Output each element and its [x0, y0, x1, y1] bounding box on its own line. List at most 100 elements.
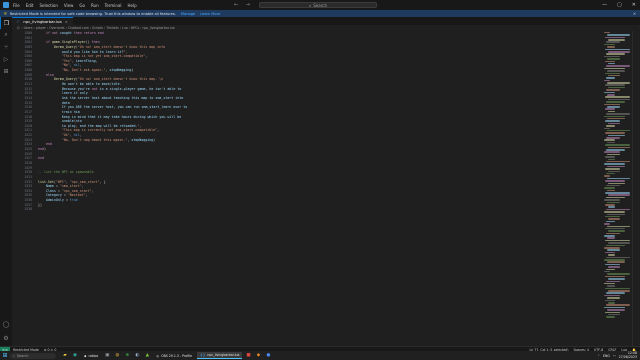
- search-icon[interactable]: ⌕: [0, 29, 12, 41]
- taskbar-app-label: OBS 29.1.3 - Profile: [161, 353, 192, 358]
- run-debug-icon[interactable]: ▷: [0, 53, 12, 65]
- vertical-scrollbar[interactable]: [632, 31, 640, 350]
- menu-help[interactable]: Help: [128, 3, 137, 8]
- minimap-line: [604, 67, 625, 70]
- learn-more-link[interactable]: Learn More: [200, 12, 220, 16]
- taskbar-app-obs[interactable]: ◎ OBS 29.1.3 - Profile: [153, 352, 195, 359]
- minimap-line: [608, 230, 625, 232]
- app-icon-red[interactable]: ■: [244, 352, 252, 360]
- minimap-line: [608, 302, 615, 304]
- xbox-icon[interactable]: ⊗: [123, 352, 131, 360]
- menu-selection[interactable]: Selection: [39, 3, 57, 8]
- maximize-icon[interactable]: ▢: [617, 2, 622, 8]
- minimap-line: [606, 77, 615, 79]
- minimap-line: [605, 287, 630, 290]
- command-center-label: Search: [313, 2, 327, 8]
- tab-npc-livingbarbar[interactable]: ☾ npc_livingbarbar.lua ×: [12, 17, 73, 25]
- menu-edit[interactable]: Edit: [26, 3, 34, 8]
- windows-start-icon[interactable]: ⊞: [0, 351, 10, 360]
- minimap-line: [608, 170, 620, 173]
- taskbar-app-vscode[interactable]: ❮❯ npc_livingbarbar.lua: [197, 352, 243, 359]
- minimap-line: [606, 292, 625, 294]
- settings-gear-icon[interactable]: ⚙: [0, 333, 12, 343]
- minimap-line: [607, 285, 615, 287]
- menu-run[interactable]: Run: [91, 3, 99, 8]
- minimap-line: [605, 48, 630, 51]
- taskbar-app-label: npc_livingbarbar.lua: [207, 353, 240, 357]
- search-icon: ⌕: [309, 2, 312, 8]
- explorer-icon[interactable]: ❐: [0, 17, 12, 29]
- clock-date: 27/08/2023: [618, 354, 637, 359]
- banner-close-icon[interactable]: ✕: [633, 12, 636, 16]
- code-lines[interactable]: if not caught then return end if game.Si…: [38, 31, 187, 212]
- code-line[interactable]: Ask the server host about teaching this …: [38, 96, 187, 101]
- nav-arrows-icon[interactable]: ← →: [234, 2, 253, 8]
- line-number: 1538: [24, 207, 32, 212]
- minimap-line: [607, 106, 620, 108]
- minimap-line: [608, 146, 630, 149]
- game-icon[interactable]: ▲: [143, 352, 151, 360]
- minimap-line: [604, 139, 615, 141]
- minimize-icon[interactable]: —: [602, 2, 607, 8]
- extensions-icon[interactable]: ⊞: [0, 65, 12, 77]
- minimap-line: [608, 194, 630, 196]
- minimap-line: [605, 275, 625, 278]
- minimap-line: [608, 242, 630, 244]
- menu-go[interactable]: Go: [79, 3, 85, 8]
- language-indicator[interactable]: ENG: [603, 354, 610, 358]
- close-window-icon[interactable]: ✕: [632, 2, 636, 8]
- tray-chevron-icon[interactable]: ⌃: [597, 354, 600, 358]
- minimap-line: [608, 266, 620, 268]
- minimap-line: [605, 311, 620, 314]
- minimap-line: [606, 208, 630, 211]
- steam-icon[interactable]: ◐: [133, 352, 141, 360]
- minimap-line: [607, 34, 630, 36]
- source-control-icon[interactable]: ⑂: [0, 41, 12, 53]
- minimap-line: [606, 316, 615, 318]
- minimap-line: [608, 158, 615, 161]
- tab-close-icon[interactable]: ×: [65, 19, 68, 24]
- wifi-icon[interactable]: ◠: [613, 354, 616, 358]
- menu-view[interactable]: View: [64, 3, 74, 8]
- taskbar-app-roblox[interactable]: ◆ roblox: [81, 352, 101, 359]
- windows-taskbar: ⊞ ⌕ Search ▰ ◉ ◆ roblox ▣ ◍ ⊗ ◐ ▲ ◎ OBS …: [0, 351, 640, 360]
- minimap-line: [604, 31, 610, 34]
- code-line[interactable]: [38, 207, 187, 212]
- minimap-line: [604, 115, 625, 118]
- minimap-line: [605, 96, 630, 98]
- minimap-line: [606, 280, 620, 283]
- code-editor[interactable]: 1500 1501 1502 1503 1504 1505 1506 1507 1508 1509…: [12, 31, 604, 350]
- minimap-line: [604, 235, 615, 237]
- minimap-line: [605, 36, 625, 39]
- account-icon[interactable]: ◯: [0, 319, 12, 329]
- taskbar-search[interactable]: ⌕ Search: [10, 352, 56, 359]
- minimap-line: [604, 55, 620, 58]
- app-icon-orange[interactable]: ◆: [254, 352, 262, 360]
- manage-link[interactable]: Manage: [181, 12, 195, 16]
- minimap-line: [607, 58, 620, 60]
- store-icon[interactable]: ▣: [103, 352, 111, 360]
- minimap-line: [606, 89, 620, 91]
- menu-file[interactable]: File: [13, 3, 20, 8]
- minimap-line: [604, 79, 610, 82]
- file-explorer-icon[interactable]: ▰: [61, 352, 69, 360]
- clock[interactable]: 12:08 27/08/2023: [618, 351, 637, 360]
- roblox-icon: ◆: [84, 353, 87, 358]
- minimap-line: [604, 270, 610, 273]
- minimap-line: [608, 39, 625, 41]
- minimap-line: [608, 74, 620, 77]
- line-number-gutter: 1500 1501 1502 1503 1504 1505 1506 1507 1508 1509…: [12, 31, 32, 212]
- app-icon-blue[interactable]: ●: [264, 352, 272, 360]
- banner-message: Restricted Mode is intended for safe cod…: [9, 11, 176, 16]
- chrome-icon[interactable]: ◍: [113, 352, 121, 360]
- edge-browser-icon[interactable]: ◉: [71, 352, 79, 360]
- minimap-line: [604, 91, 615, 94]
- minimap-line: [606, 268, 615, 271]
- minimap[interactable]: [604, 31, 632, 350]
- minimap-line: [608, 98, 630, 101]
- minimap-line: [604, 151, 620, 153]
- minimap-line: [606, 113, 630, 115]
- command-center-search[interactable]: ⌕ Search: [259, 2, 377, 8]
- menu-terminal[interactable]: Terminal: [105, 3, 122, 8]
- minimap-line: [604, 199, 620, 201]
